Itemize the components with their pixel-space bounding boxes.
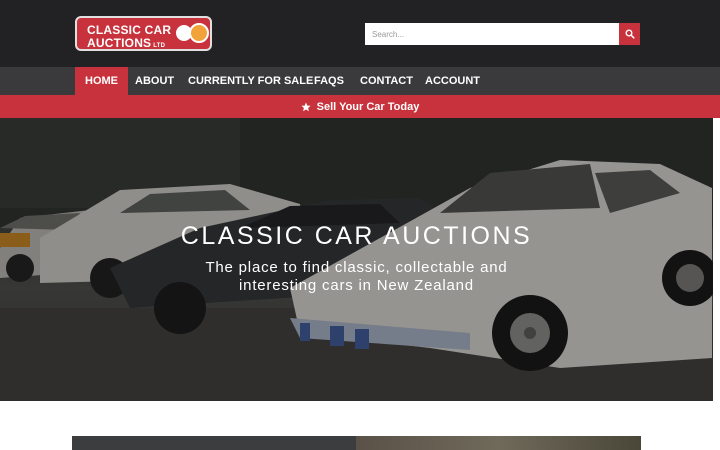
- nav-item-faqs[interactable]: FAQS: [304, 67, 354, 95]
- star-icon: [301, 102, 311, 111]
- hero-title: CLASSIC CAR AUCTIONS: [180, 222, 533, 250]
- logo-line2-text: AUCTIONS: [87, 36, 152, 50]
- nav-item-currently-for-sale[interactable]: CURRENTLY FOR SALE: [178, 67, 323, 95]
- logo-line1: CLASSIC CAR: [87, 23, 172, 37]
- nav-item-home[interactable]: HOME: [75, 67, 128, 95]
- logo-suffix: LTD: [153, 43, 166, 49]
- sell-your-car-link[interactable]: Sell Your Car Today: [0, 95, 720, 118]
- main-nav: HOME ABOUT CURRENTLY FOR SALE FAQS CONTA…: [0, 67, 720, 95]
- logo-line2: AUCTIONS LTD: [87, 36, 166, 50]
- hero-edge: [713, 118, 720, 401]
- search-icon: [625, 29, 635, 39]
- site-logo[interactable]: CLASSIC CAR AUCTIONS LTD: [75, 16, 212, 51]
- hero-banner: CLASSIC CAR AUCTIONS The place to find c…: [0, 118, 713, 401]
- search-input[interactable]: [365, 23, 619, 45]
- nav-item-contact[interactable]: CONTACT: [350, 67, 423, 95]
- content-card-image: [356, 436, 641, 450]
- hero-subtitle-line2: interesting cars in New Zealand: [239, 277, 474, 294]
- logo-text: CLASSIC CAR AUCTIONS LTD: [80, 21, 176, 49]
- logo-circle-orange: [189, 23, 209, 43]
- content-card: [72, 436, 641, 450]
- nav-item-about[interactable]: ABOUT: [125, 67, 184, 95]
- hero-subtitle-line1: The place to find classic, collectable a…: [205, 259, 508, 276]
- sell-your-car-label: Sell Your Car Today: [316, 100, 420, 113]
- nav-item-account[interactable]: ACCOUNT: [415, 67, 490, 95]
- search-button[interactable]: [619, 23, 640, 45]
- logo-badge-icon: [174, 23, 210, 45]
- site-header: CLASSIC CAR AUCTIONS LTD: [0, 0, 720, 67]
